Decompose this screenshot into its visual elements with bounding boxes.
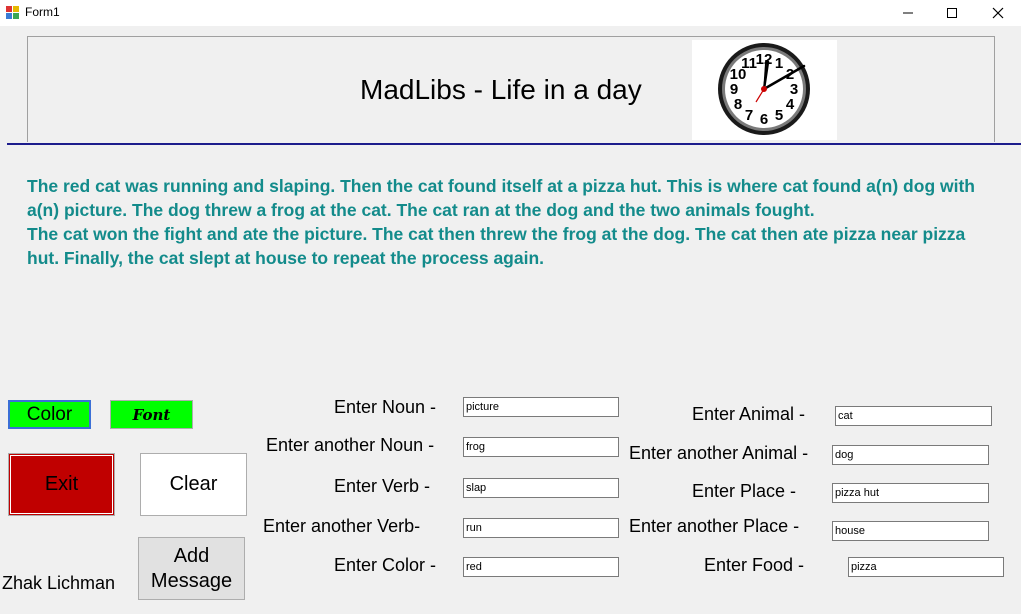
clear-button-label: Clear: [169, 473, 218, 495]
window-title: Form1: [25, 5, 60, 19]
color-input[interactable]: [463, 557, 619, 577]
author-name: Zhak Lichman: [2, 573, 116, 593]
add-message-label-line1: Add: [173, 544, 210, 567]
color-label: Enter Color -: [334, 555, 437, 575]
close-icon: [992, 7, 1004, 19]
divider-line: [7, 143, 1021, 145]
noun-label: Enter Noun -: [334, 397, 437, 417]
clock-numeral: 4: [786, 96, 795, 113]
noun-input[interactable]: [463, 397, 619, 417]
food-input[interactable]: [848, 557, 1004, 577]
window-titlebar: Form1: [0, 0, 1021, 26]
minimize-button[interactable]: [885, 0, 931, 26]
clear-button[interactable]: Clear: [140, 453, 247, 516]
app-icon: [6, 6, 19, 19]
clock-numeral: 11: [741, 55, 757, 72]
exit-button-label: Exit: [44, 473, 79, 495]
clock-numeral: 1: [775, 55, 783, 72]
story-paragraph-1: The red cat was running and slaping. The…: [27, 176, 975, 220]
noun2-input[interactable]: [463, 437, 619, 457]
story-text: The red cat was running and slaping. The…: [27, 174, 1002, 270]
font-button-label: Font: [132, 405, 171, 424]
minimize-icon: [903, 12, 913, 14]
add-message-button[interactable]: Add Message: [138, 537, 245, 600]
place2-input[interactable]: [832, 521, 989, 541]
verb2-label: Enter another Verb-: [263, 516, 421, 536]
place-label: Enter Place -: [692, 481, 797, 501]
clock-image: 121234567891011: [692, 40, 837, 140]
clock-numeral: 5: [775, 107, 783, 124]
clock-numeral: 6: [760, 111, 768, 128]
verb2-input[interactable]: [463, 518, 619, 538]
animal-label: Enter Animal -: [692, 404, 806, 424]
story-paragraph-2: The cat won the fight and ate the pictur…: [27, 224, 966, 268]
color-button-label: Color: [26, 403, 73, 425]
close-button[interactable]: [975, 0, 1021, 26]
font-button[interactable]: Font: [110, 400, 193, 429]
clock-numeral: 9: [730, 81, 738, 98]
place2-label: Enter another Place -: [629, 516, 800, 536]
maximize-button[interactable]: [929, 0, 975, 26]
animal2-input[interactable]: [832, 445, 989, 465]
verb-label: Enter Verb -: [334, 476, 431, 496]
add-message-label-line2: Message: [150, 569, 233, 592]
animal2-label: Enter another Animal -: [629, 443, 809, 463]
exit-button[interactable]: Exit: [8, 453, 115, 516]
color-button[interactable]: Color: [8, 400, 91, 429]
page-title: MadLibs - Life in a day: [360, 74, 642, 105]
place-input[interactable]: [832, 483, 989, 503]
clock-icon: 121234567891011: [718, 43, 810, 135]
verb-input[interactable]: [463, 478, 619, 498]
animal-input[interactable]: [835, 406, 992, 426]
maximize-icon: [947, 8, 957, 18]
clock-numeral: 7: [745, 107, 753, 124]
clock-numeral: 8: [734, 96, 742, 113]
clock-numeral: 12: [756, 51, 773, 68]
food-label: Enter Food -: [704, 555, 805, 575]
noun2-label: Enter another Noun -: [266, 435, 435, 455]
